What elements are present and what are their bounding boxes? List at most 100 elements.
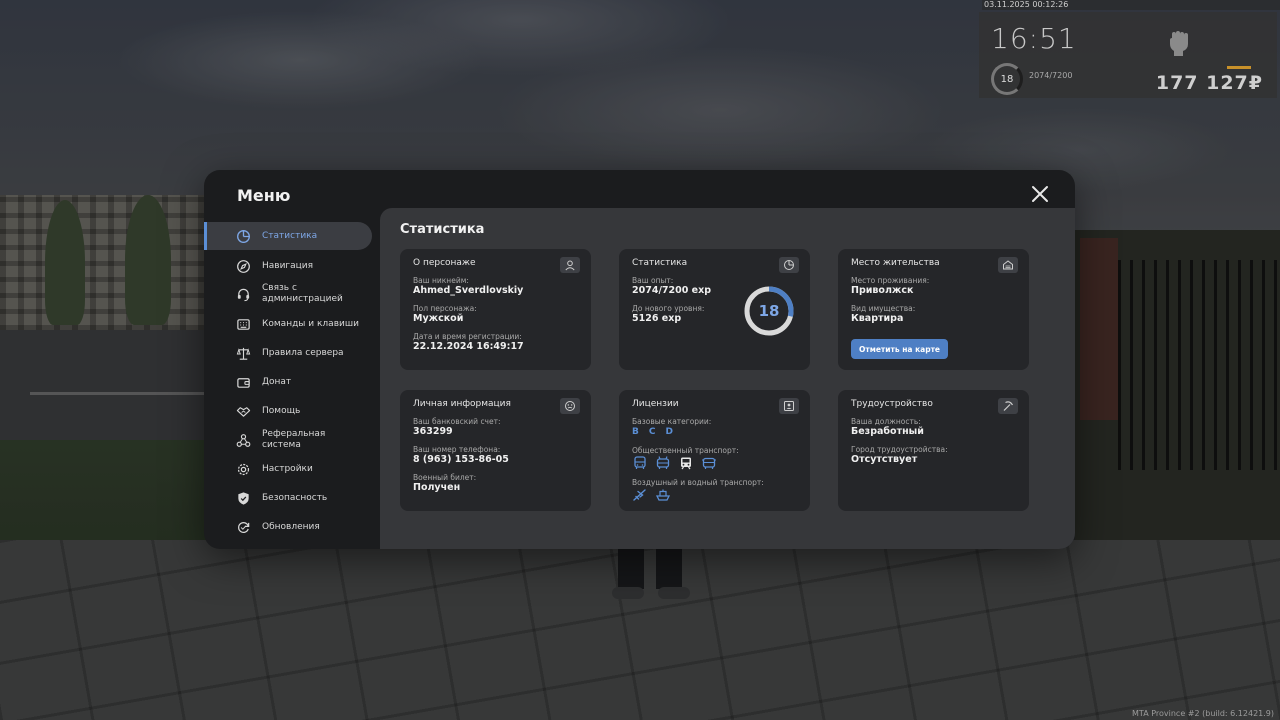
menu-title: Меню (237, 186, 291, 205)
nickname-label: Ваш никнейм: (413, 276, 469, 285)
license-categories: B C D (632, 427, 673, 437)
card-title: О персонаже (413, 258, 476, 268)
gear-icon (237, 463, 250, 475)
tram-icon (681, 457, 691, 470)
handshake-icon (236, 406, 251, 417)
card-title: Лицензии (632, 399, 679, 409)
next-level-value: 5126 exp (632, 313, 682, 324)
card-title: Место жительства (851, 258, 940, 268)
compass-icon (237, 259, 250, 273)
close-icon[interactable] (1030, 184, 1050, 204)
sidebar-item-rules[interactable]: Правила сервера (204, 339, 372, 367)
headset-icon (237, 288, 250, 301)
bus-icon (634, 456, 646, 469)
coach-icon (702, 457, 716, 469)
phone-label: Ваш номер телефона: (413, 445, 501, 454)
face-icon[interactable] (560, 398, 580, 414)
property-label: Вид имущества: (851, 304, 916, 313)
home-icon[interactable] (998, 257, 1018, 273)
work-city-value: Отсутствует (851, 454, 918, 465)
card-title: Личная информация (413, 399, 511, 409)
sidebar: Статистика Навигация Связь с администрац… (204, 222, 380, 549)
hud-exp: 2074/7200 (1029, 71, 1073, 80)
hud-clock: 16:51 (991, 22, 1077, 55)
category-c: C (648, 427, 656, 437)
sidebar-item-label: Правила сервера (262, 347, 344, 358)
pie-chart-icon (237, 229, 250, 243)
scales-icon (236, 347, 251, 360)
sidebar-item-referral[interactable]: Реферальная система (204, 426, 372, 454)
sidebar-item-settings[interactable]: Настройки (204, 455, 372, 483)
mark-on-map-button[interactable]: Отметить на карте (851, 339, 948, 359)
work-city-label: Город трудоустройства: (851, 445, 948, 454)
position-value: Безработный (851, 426, 924, 437)
basic-categories-label: Базовые категории: (632, 417, 712, 426)
keyboard-icon (237, 318, 250, 330)
card-residence: Место жительства Место проживания: Приво… (838, 249, 1029, 370)
pie-chart-icon[interactable] (779, 257, 799, 273)
card-licenses: Лицензии Базовые категории: B C D Общест… (619, 390, 810, 511)
military-label: Военный билет: (413, 473, 477, 482)
phone-value: 8 (963) 153-86-05 (413, 454, 509, 465)
airplane-icon (633, 489, 646, 501)
sidebar-item-commands[interactable]: Команды и клавиши (204, 310, 372, 338)
user-icon[interactable] (560, 257, 580, 273)
hud-health-bar (1227, 66, 1251, 69)
page-title: Статистика (400, 222, 485, 237)
card-title: Статистика (632, 258, 688, 268)
category-d: D (665, 427, 673, 437)
hud-panel: 16:51 18 2074/7200 177 127₽ (979, 12, 1277, 98)
air-water-transport-label: Воздушный и водный транспорт: (632, 478, 764, 487)
category-b: B (632, 427, 639, 437)
place-label: Место проживания: (851, 276, 930, 285)
sidebar-item-label: Статистика (262, 230, 318, 241)
card-employment: Трудоустройство Ваша должность: Безработ… (838, 390, 1029, 511)
fist-icon (1169, 31, 1189, 56)
sidebar-item-admin-contact[interactable]: Связь с администрацией (204, 280, 372, 308)
sidebar-item-label: Связь с администрацией (262, 283, 343, 304)
id-card-icon[interactable] (779, 398, 799, 414)
hud-level: 18 (1000, 73, 1014, 85)
sidebar-item-statistics[interactable]: Статистика (204, 222, 372, 250)
hud-money: 177 127₽ (1155, 72, 1263, 94)
property-value: Квартира (851, 313, 904, 324)
card-title: Трудоустройство (851, 399, 933, 409)
sidebar-item-donate[interactable]: Донат (204, 368, 372, 396)
sidebar-item-navigation[interactable]: Навигация (204, 252, 372, 280)
sidebar-item-label: Команды и клавиши (262, 318, 359, 329)
registration-value: 22.12.2024 16:49:17 (413, 341, 524, 352)
sidebar-item-label: Донат (262, 376, 292, 387)
sidebar-item-label: Настройки (262, 463, 313, 474)
public-transport-label: Общественный транспорт: (632, 446, 739, 455)
sidebar-item-security[interactable]: Безопасность (204, 484, 372, 512)
build-info: MTA Province #2 (build: 6.12421.9) (1132, 709, 1274, 718)
registration-label: Дата и время регистрации: (413, 332, 522, 341)
sidebar-item-label: Безопасность (262, 492, 328, 503)
exp-label: Ваш опыт: (632, 276, 674, 285)
level-progress-ring: 18 (742, 284, 796, 338)
sidebar-item-label: Обновления (262, 521, 320, 532)
datetime-readout: 03.11.2025 00:12:26 (982, 0, 1280, 10)
position-label: Ваша должность: (851, 417, 921, 426)
bank-value: 363299 (413, 426, 453, 437)
card-character: О персонаже Ваш никнейм: Ahmed_Sverdlovs… (400, 249, 591, 370)
air-water-icons (632, 488, 671, 502)
next-level-label: До нового уровня: (632, 304, 705, 313)
sidebar-item-updates[interactable]: Обновления (204, 513, 372, 541)
military-value: Получен (413, 482, 461, 493)
pickaxe-icon[interactable] (998, 398, 1018, 414)
trolleybus-icon (656, 456, 670, 469)
sidebar-item-label: Навигация (262, 260, 314, 271)
sidebar-item-help[interactable]: Помощь (204, 397, 372, 425)
network-icon (236, 433, 251, 447)
content-panel: Статистика О персонаже Ваш никнейм: Ahme… (380, 208, 1075, 549)
gender-value: Мужской (413, 313, 464, 324)
place-value: Приволжск (851, 285, 914, 296)
sidebar-item-label: Помощь (262, 405, 301, 416)
wallet-icon (237, 377, 250, 388)
sidebar-item-label: Реферальная система (262, 429, 326, 450)
public-transport-icons (632, 456, 717, 470)
gender-label: Пол персонажа: (413, 304, 477, 313)
menu-window: Меню Статистика Навигация Связь с админи… (204, 170, 1075, 549)
level-number: 18 (758, 302, 780, 320)
